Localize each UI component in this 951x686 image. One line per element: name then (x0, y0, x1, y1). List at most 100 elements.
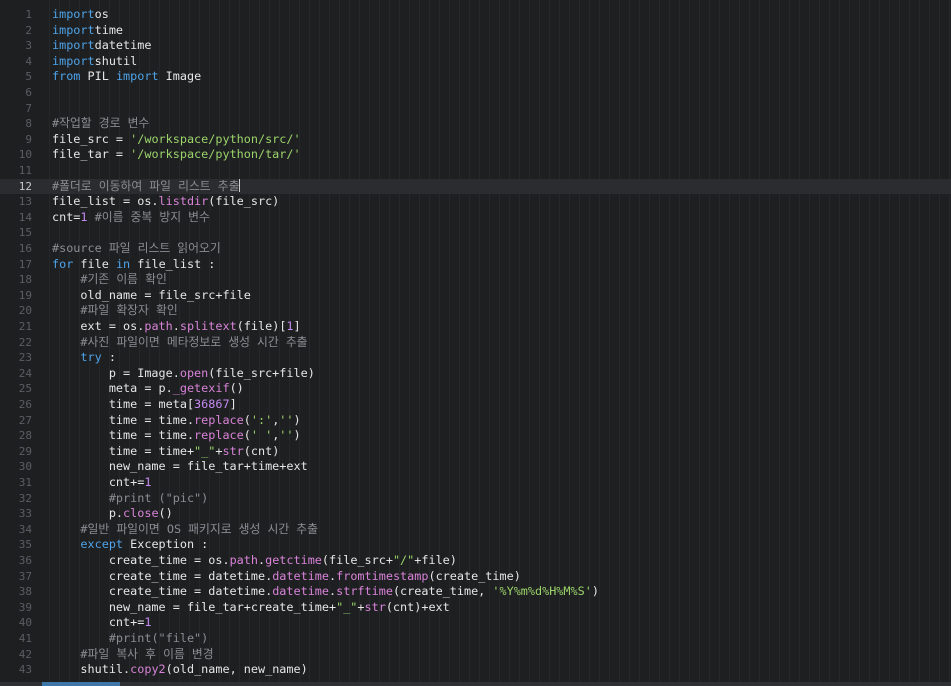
code-token: '%Y%m%d%H%M%S' (492, 584, 592, 599)
code-line[interactable]: 19 old_name = file_src+file (0, 288, 951, 304)
code-line[interactable]: 30 new_name = file_tar+time+ext (0, 459, 951, 475)
code-line[interactable]: 42 #파일 복사 후 이름 변경 (0, 647, 951, 663)
code-token: except (80, 537, 124, 552)
code-token: (file_src+ (321, 553, 393, 567)
code-text: #기존 이름 확인 (52, 272, 166, 288)
code-line[interactable]: 28 time = time.replace(' ','') (0, 428, 951, 444)
code-token: "_" (194, 443, 216, 458)
code-token: : (101, 350, 116, 365)
code-line[interactable]: 43 shutil.copy2(old_name, new_name) (0, 662, 951, 678)
code-token: () (158, 506, 173, 521)
line-number: 41 (18, 632, 32, 645)
code-text: new_name = file_tar+create_time+"_"+str(… (52, 600, 450, 616)
code-line[interactable]: 33 p.close() (0, 506, 951, 522)
code-line[interactable]: 24 p = Image.open(file_src+file) (0, 366, 951, 382)
code-line[interactable]: 4 importshutil (0, 54, 951, 70)
code-line[interactable]: 8 #작업할 경로 변수 (0, 116, 951, 132)
code-token: datetime (272, 568, 330, 583)
code-line[interactable]: 34 #일반 파일이면 OS 패키지로 생성 시간 추출 (0, 522, 951, 538)
code-text: importos (52, 7, 109, 23)
code-editor[interactable]: 1 importos 2 importtime 3 importdatetime 4 impo… (0, 0, 951, 682)
line-number: 39 (18, 600, 32, 614)
code-text: #폴더로 이동하여 파일 리스트 추출 (52, 178, 241, 195)
line-number: 19 (18, 288, 32, 302)
code-line[interactable]: 15 (0, 225, 951, 241)
code-text: #source 파일 리스트 읽어오기 (52, 241, 221, 257)
line-number: 24 (18, 366, 32, 380)
text-cursor (239, 178, 241, 192)
code-line[interactable]: 23 try : (0, 350, 951, 366)
code-token: #파일 확장자 확인 (80, 303, 178, 318)
code-token: from (52, 69, 81, 84)
line-number: 14 (18, 210, 32, 224)
code-line[interactable]: 16 #source 파일 리스트 읽어오기 (0, 241, 951, 257)
code-line[interactable]: 21 ext = os.path.splitext(file)[1] (0, 319, 951, 335)
code-text: #사진 파일이면 메타정보로 생성 시간 추출 (52, 335, 307, 351)
code-line[interactable]: 32 #print ("pic") (0, 491, 951, 507)
code-token: ) (591, 584, 599, 599)
line-number: 42 (18, 647, 32, 661)
code-token: #print ("pic") (108, 490, 209, 505)
code-line[interactable]: 12 #폴더로 이동하여 파일 리스트 추출 (0, 178, 951, 195)
code-line[interactable]: 10 file_tar = '/workspace/python/tar/' (0, 147, 951, 163)
code-line[interactable]: 35 except Exception : (0, 537, 951, 553)
code-line[interactable]: 36 create_time = os.path.getctime(file_s… (0, 553, 951, 569)
code-line[interactable]: 14 cnt=1 #이름 중복 방지 변수 (0, 210, 951, 226)
code-line[interactable]: 22 #사진 파일이면 메타정보로 생성 시간 추출 (0, 335, 951, 351)
code-token: new_name = file_tar+time+ext (52, 459, 308, 474)
code-token: file_src = (52, 131, 131, 146)
code-line[interactable]: 3 importdatetime (0, 38, 951, 54)
code-line[interactable]: 13 file_list = os.listdir(file_src) (0, 194, 951, 210)
code-text: importshutil (52, 54, 137, 70)
line-number: 5 (25, 70, 32, 84)
code-line[interactable]: 41 #print("file") (0, 631, 951, 647)
code-text: file_src = '/workspace/python/src/' (52, 132, 301, 148)
code-line[interactable]: 2 importtime (0, 23, 951, 39)
code-token: ( (243, 412, 251, 427)
code-token: for (52, 256, 74, 271)
code-line[interactable]: 26 time = meta[36867] (0, 397, 951, 413)
code-line[interactable]: 5 from PIL import Image (0, 69, 951, 85)
code-text: time = time+"_"+str(cnt) (52, 444, 279, 460)
code-text: p = Image.open(file_src+file) (52, 366, 315, 382)
code-line[interactable]: 25 meta = p._getexif() (0, 381, 951, 397)
code-text: time = meta[36867] (52, 397, 237, 413)
code-line[interactable]: 17 for file in file_list : (0, 257, 951, 273)
code-line[interactable]: 37 create_time = datetime.datetime.fromt… (0, 569, 951, 585)
code-token: Exception : (123, 537, 209, 552)
code-line[interactable]: 38 create_time = datetime.datetime.strft… (0, 584, 951, 600)
code-token: getctime (265, 553, 322, 567)
code-line[interactable]: 20 #파일 확장자 확인 (0, 303, 951, 319)
code-line[interactable]: 9 file_src = '/workspace/python/src/' (0, 132, 951, 148)
code-token: #일반 파일이면 OS 패키지로 생성 시간 추출 (80, 521, 318, 536)
code-token: (file_src+file) (208, 365, 315, 380)
code-line[interactable]: 31 cnt+=1 (0, 475, 951, 491)
code-token: ':' (250, 412, 273, 427)
code-line[interactable]: 39 new_name = file_tar+create_time+"_"+s… (0, 600, 951, 616)
code-text: importtime (52, 23, 123, 39)
code-line[interactable]: 27 time = time.replace(':','') (0, 413, 951, 429)
scrollbar-thumb[interactable] (42, 682, 120, 686)
code-token: cnt= (52, 209, 81, 224)
code-line[interactable]: 40 cnt+=1 (0, 615, 951, 631)
line-number: 26 (18, 398, 32, 411)
line-number: 7 (25, 101, 32, 115)
code-token: Image (158, 69, 202, 84)
code-line[interactable]: 11 (0, 163, 951, 179)
horizontal-scrollbar[interactable] (0, 682, 951, 686)
code-token: listdir (158, 194, 209, 209)
code-text: create_time = datetime.datetime.strftime… (52, 584, 599, 600)
code-line[interactable]: 7 (0, 101, 951, 117)
code-text: from PIL import Image (52, 69, 201, 85)
code-line[interactable]: 18 #기존 이름 확인 (0, 272, 951, 288)
code-line[interactable]: 6 (0, 85, 951, 101)
code-line[interactable]: 29 time = time+"_"+str(cnt) (0, 444, 951, 460)
line-number: 2 (25, 23, 32, 37)
code-token: . (172, 319, 180, 333)
code-line[interactable]: 1 importos (0, 7, 951, 23)
code-token: 36867 (194, 397, 230, 411)
line-number: 37 (18, 569, 32, 583)
line-number: 23 (18, 351, 32, 365)
